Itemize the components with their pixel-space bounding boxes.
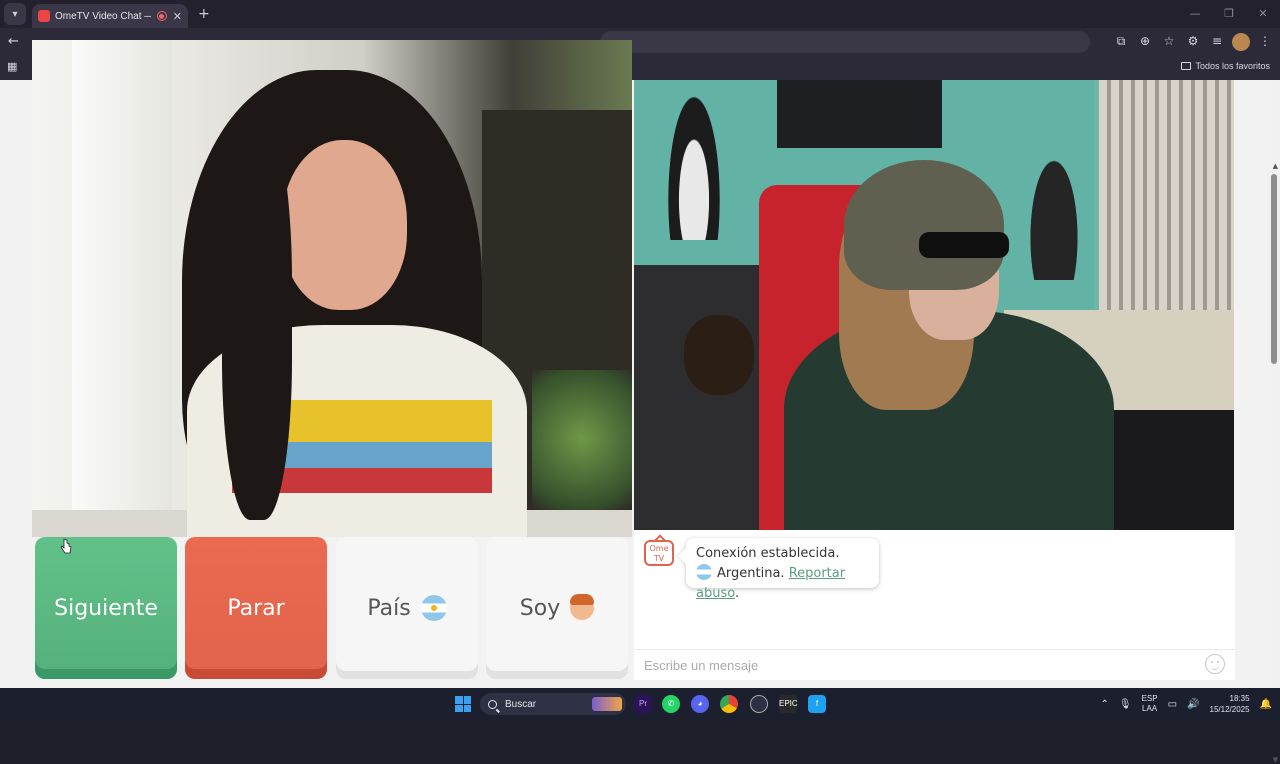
window-controls: — ❐ ✕ [1178,0,1280,28]
extensions-icon[interactable]: ⚙ [1184,32,1202,50]
clock-time: 18:35 [1229,694,1250,703]
clock[interactable]: 18:35 15/12/2025 [1210,693,1250,715]
lang-top: ESP [1141,694,1158,703]
tab-close-button[interactable]: ✕ [173,10,182,23]
scrollbar-thumb[interactable] [1271,174,1277,364]
tab-search-button[interactable]: ▾ [4,3,26,25]
partner-country: Argentina. [717,566,785,581]
country-button[interactable]: País [336,537,478,679]
network-icon[interactable]: ▭ [1168,699,1177,710]
scroll-up-icon[interactable]: ▲ [1273,162,1278,170]
stop-label: Parar [227,595,285,621]
close-window-button[interactable]: ✕ [1246,0,1280,28]
chrome-icon[interactable] [720,695,738,713]
toolbar-icons: ⧉ ⊕ ☆ ⚙ ≡ ⋮ [1112,32,1274,51]
whatsapp-icon[interactable]: ✆ [662,695,680,713]
tab-title: OmeTV Video Chat — Ome [55,10,151,22]
clock-date: 15/12/2025 [1209,705,1250,714]
search-icon [488,699,497,709]
emoji-icon[interactable] [1205,654,1225,674]
gender-label: Soy [519,595,561,621]
notification-bell-icon[interactable]: 🔔 [1260,699,1272,710]
input-divider [634,649,1235,650]
recording-icon [156,11,167,21]
scroll-down-icon[interactable]: ▼ [1273,756,1278,764]
report-suffix: . [734,586,740,601]
premiere-icon[interactable]: Pr [634,695,652,713]
logo-text: Ome TV [649,544,669,563]
search-highlight-icon [592,697,622,711]
discord-icon[interactable]: ◕ [691,695,709,713]
all-favorites-label: Todos los favoritos [1195,61,1270,71]
chevron-up-icon[interactable]: ⌃ [1100,699,1108,710]
argentina-flag-icon [696,564,712,580]
microphone-icon[interactable]: 🎙 [1119,699,1132,710]
file-app-icon[interactable]: f [808,695,826,713]
ometv-logo-icon: Ome TV [644,540,674,566]
system-tray: ⌃ 🎙 ESP LAA ▭ 🔊 18:35 15/12/2025 🔔 [1100,688,1272,720]
stop-button[interactable]: Parar [185,537,327,679]
message-input[interactable] [644,656,1184,674]
search-label: Buscar [505,698,537,710]
new-tab-button[interactable]: + [198,6,210,22]
star-icon[interactable]: ☆ [1160,32,1178,50]
back-button[interactable]: ← [8,34,19,49]
profile-avatar[interactable] [1232,32,1250,51]
hand-cursor-icon [60,538,72,554]
restore-button[interactable]: ❐ [1212,0,1246,28]
self-video [634,80,1234,530]
partner-video [32,40,632,537]
media-control-icon[interactable]: ≡ [1208,32,1226,50]
tab-ometv[interactable]: OmeTV Video Chat — Ome ✕ [32,4,188,28]
next-label: Siguiente [54,595,158,621]
epic-games-icon[interactable]: EPIC [779,695,798,713]
install-app-icon[interactable]: ⧉ [1112,32,1130,50]
partner-country-line: Argentina. Reportar abuso. [696,564,869,604]
zoom-icon[interactable]: ⊕ [1136,32,1154,50]
address-bar[interactable] [600,31,1090,53]
folder-icon [1181,62,1192,70]
chat-panel: Ome TV Conexión establecida. Argentina. … [634,530,1235,680]
all-favorites-button[interactable]: Todos los favoritos [1181,61,1270,71]
menu-icon[interactable]: ⋮ [1256,32,1274,50]
minimize-button[interactable]: — [1178,0,1212,28]
connection-status: Conexión establecida. [696,546,840,561]
boy-emoji-icon [570,594,595,620]
windows-start-icon[interactable] [455,696,471,712]
argentina-flag-icon [420,595,447,621]
gender-button[interactable]: Soy [486,537,628,679]
volume-icon[interactable]: 🔊 [1187,699,1199,710]
lang-bottom: LAA [1142,704,1158,713]
browser-titlebar: ▾ OmeTV Video Chat — Ome ✕ + — ❐ ✕ [0,0,1280,28]
windows-taskbar: Buscar Pr ✆ ◕ EPIC f ⌃ 🎙 ESP LAA ▭ 🔊 18:… [0,688,1280,720]
country-label: País [367,595,411,621]
language-indicator[interactable]: ESP LAA [1142,694,1158,714]
taskbar-search[interactable]: Buscar [480,693,626,715]
system-message: Conexión establecida. Argentina. Reporta… [686,538,879,601]
obs-icon[interactable] [750,695,768,713]
next-button[interactable]: Siguiente [35,537,177,679]
ometv-favicon-icon [38,10,50,22]
apps-grid-icon[interactable]: ▦ [7,60,17,73]
page-scrollbar[interactable]: ▲ ▼ [1268,80,1280,764]
